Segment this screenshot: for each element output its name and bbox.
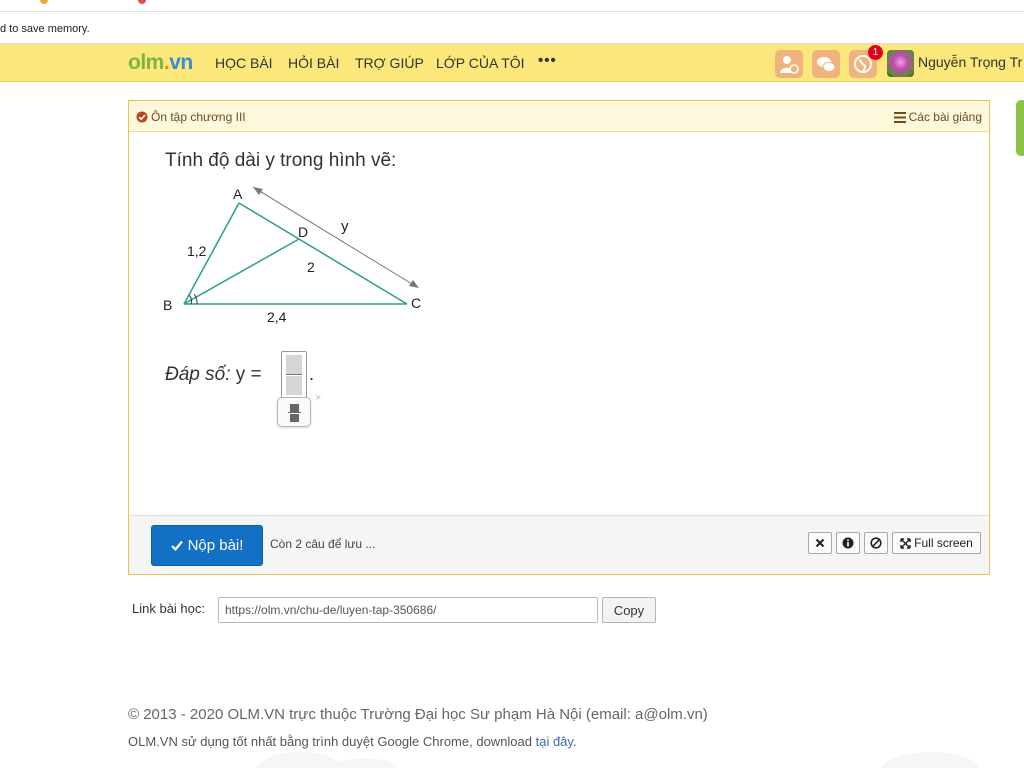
- info-icon: [842, 537, 854, 549]
- check-circle-icon: [136, 111, 148, 123]
- friend-request-button[interactable]: [775, 50, 803, 78]
- close-icon: [815, 538, 825, 548]
- nav-more-menu[interactable]: •••: [538, 52, 557, 69]
- fraction-numerator-input[interactable]: [285, 355, 302, 374]
- fraction-tool-icon-top: [290, 404, 299, 412]
- fraction-answer-input[interactable]: [280, 351, 307, 399]
- fraction-tool-button[interactable]: [277, 397, 311, 427]
- fraction-denominator-input[interactable]: [285, 376, 302, 395]
- ban-icon: [870, 537, 882, 549]
- info-button[interactable]: [836, 532, 860, 554]
- olm-logo[interactable]: olm.vn: [128, 51, 193, 75]
- label-length-bc: 2,4: [267, 309, 287, 325]
- nav-hoc-bai[interactable]: HỌC BÀI: [215, 55, 273, 71]
- lesson-link-label: Link bài học:: [132, 601, 205, 616]
- copy-link-button[interactable]: Copy: [602, 597, 656, 623]
- fullscreen-label: Full screen: [914, 536, 973, 550]
- browser-tab-strip: [0, 0, 1024, 12]
- footer-browser-note-text: OLM.VN sử dụng tốt nhất bằng trình duyệt…: [128, 734, 536, 749]
- label-point-b: B: [163, 297, 172, 313]
- submit-button[interactable]: Nộp bài!: [151, 525, 263, 566]
- label-point-c: C: [411, 295, 421, 311]
- lessons-link-text: Các bài giảng: [908, 110, 982, 124]
- tab-favicon-icon: [40, 0, 48, 4]
- fraction-tool-close-icon[interactable]: ×: [315, 392, 321, 404]
- user-name[interactable]: Nguyễn Trọng Tr: [918, 54, 1022, 70]
- angle-mark-b2: [193, 293, 198, 305]
- user-add-icon: [780, 56, 799, 74]
- footer-cloud-decoration: [880, 752, 980, 768]
- block-button[interactable]: [864, 532, 888, 554]
- segment-ac: [238, 202, 408, 305]
- label-length-ab: 1,2: [187, 243, 207, 259]
- logo-part-vn: vn: [169, 51, 193, 74]
- footer-cloud-decoration: [255, 752, 345, 768]
- browser-infobar: d to save memory.: [0, 12, 1024, 44]
- expand-icon: [900, 537, 911, 549]
- footer-cloud-decoration: [330, 758, 400, 768]
- infobar-text: d to save memory.: [0, 23, 90, 35]
- fullscreen-button[interactable]: Full screen: [892, 532, 981, 554]
- answer-equation: y =: [230, 364, 267, 385]
- side-panel-tab[interactable]: [1016, 100, 1024, 156]
- label-length-dc: 2: [307, 259, 315, 275]
- messages-button[interactable]: [812, 50, 840, 78]
- notification-badge: 1: [868, 45, 883, 60]
- chat-bubbles-icon: [817, 57, 836, 72]
- lesson-link-input[interactable]: [218, 597, 598, 623]
- answer-period: .: [308, 364, 315, 385]
- footer-note-end: .: [572, 734, 577, 749]
- triangle-figure: A B C D 1,2 2 2,4 y: [163, 186, 421, 325]
- arrow-head-start: [253, 187, 263, 195]
- arrow-head-end: [409, 280, 419, 288]
- submit-label: Nộp bài!: [187, 537, 244, 554]
- arrow-y-line: [252, 186, 418, 288]
- panel-footer: Nộp bài! Còn 2 câu để lưu ... Full scree…: [129, 515, 989, 574]
- exercise-panel: Ôn tập chương III Các bài giảng Tính độ …: [128, 100, 990, 575]
- save-status: Còn 2 câu để lưu ...: [270, 537, 376, 551]
- fraction-tool-icon-bottom: [290, 414, 299, 422]
- checkmark-icon: [170, 540, 183, 551]
- user-avatar[interactable]: [887, 50, 914, 77]
- download-link[interactable]: tại đây: [536, 734, 573, 749]
- panel-header: Ôn tập chương III Các bài giảng: [129, 101, 989, 132]
- logo-part-olm: olm: [128, 51, 164, 74]
- footer-copyright: © 2013 - 2020 OLM.VN trực thuộc Trường Đ…: [128, 706, 708, 723]
- angle-mark-b1: [188, 294, 192, 305]
- question-text: Tính độ dài y trong hình vẽ:: [165, 150, 397, 171]
- nav-tro-giup[interactable]: TRỢ GIÚP: [355, 55, 424, 71]
- fraction-bar: [285, 374, 302, 375]
- nav-lop-cua-toi[interactable]: LỚP CỦA TÔI: [436, 55, 525, 71]
- nav-hoi-bai[interactable]: HỎI BÀI: [288, 55, 339, 71]
- fraction-tool-icon-bar: [288, 412, 301, 413]
- lessons-link[interactable]: Các bài giảng: [893, 110, 982, 124]
- list-icon: [893, 111, 906, 123]
- label-length-y: y: [341, 218, 349, 235]
- answer-row: Đáp số: y = .: [165, 351, 314, 399]
- label-point-d: D: [298, 224, 308, 240]
- label-point-a: A: [233, 186, 243, 202]
- topic-title: Ôn tập chương III: [136, 110, 246, 124]
- cancel-button[interactable]: [808, 532, 832, 554]
- topic-title-text: Ôn tập chương III: [151, 110, 246, 124]
- tab-favicon-icon: [138, 0, 146, 4]
- answer-label: Đáp số:: [165, 364, 231, 385]
- footer-browser-note: OLM.VN sử dụng tốt nhất bằng trình duyệt…: [128, 734, 577, 749]
